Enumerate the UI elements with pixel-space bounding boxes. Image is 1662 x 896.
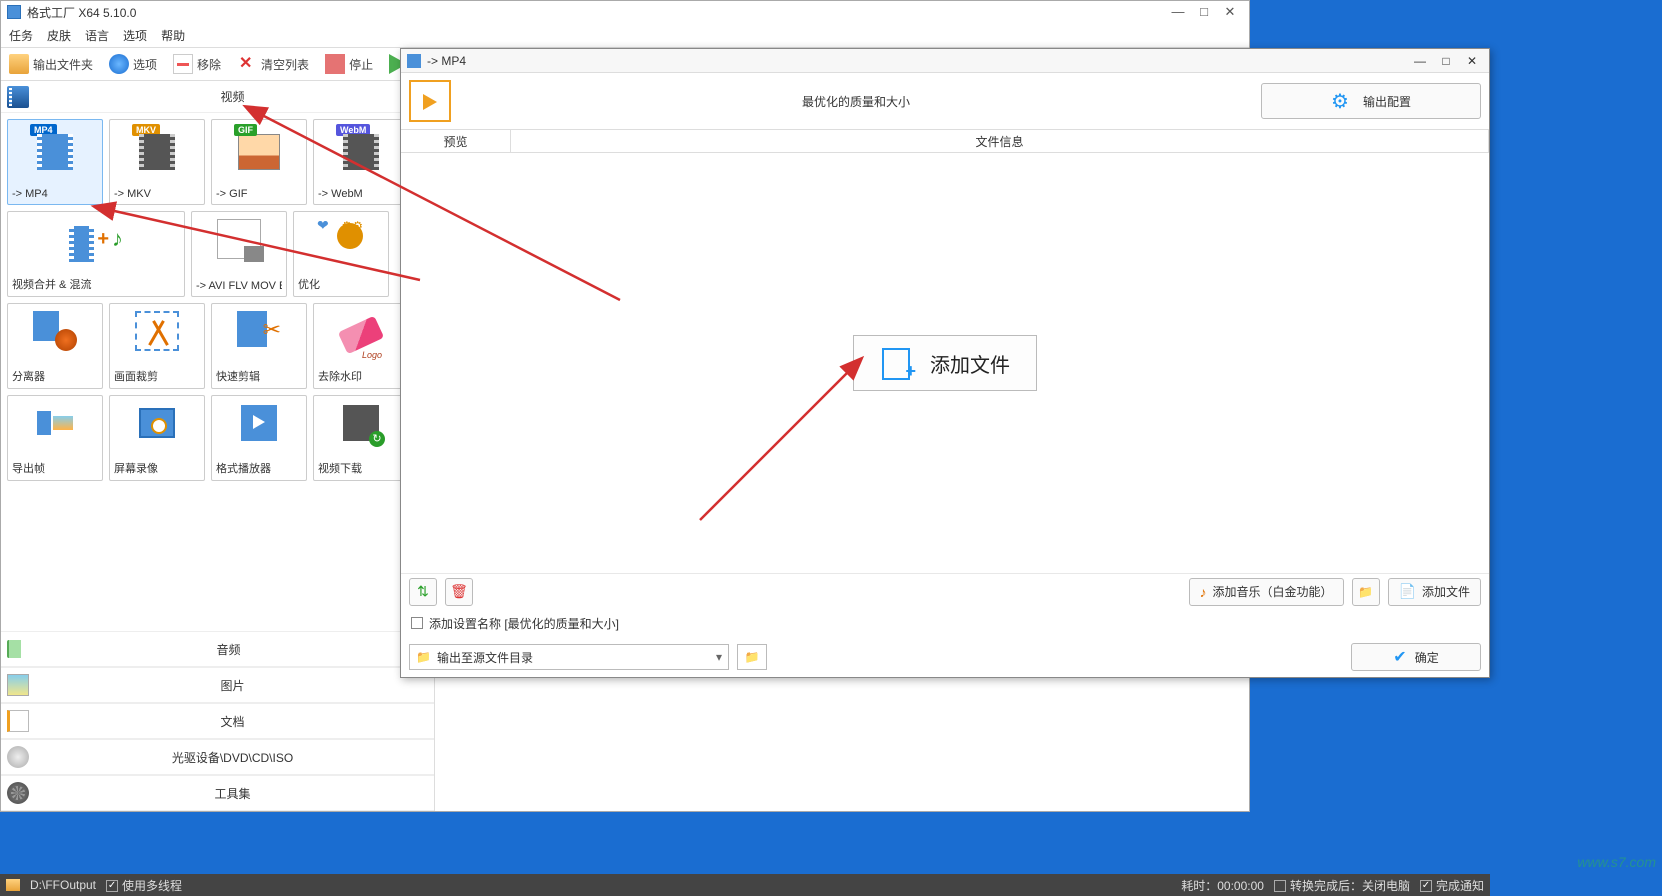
output-folder-select[interactable]: 📁 输出至源文件目录 ▾: [409, 644, 729, 670]
remove-file-button[interactable]: 🗑: [445, 578, 473, 606]
format-icon: [409, 80, 451, 122]
folder-add-icon: 📁: [1358, 585, 1373, 599]
tile-gif[interactable]: GIF-> GIF: [211, 119, 307, 205]
folder-icon: 📁: [416, 650, 431, 664]
tile-split[interactable]: 分离器: [7, 303, 103, 389]
notify-checkbox[interactable]: [1420, 880, 1432, 892]
add-settings-name-checkbox[interactable]: [411, 617, 423, 629]
tile-download[interactable]: 视频下载: [313, 395, 409, 481]
add-folder-button[interactable]: 📁: [1352, 578, 1380, 606]
clear-list-button[interactable]: 清空列表: [229, 49, 317, 79]
menubar: 任务 皮肤 语言 选项 帮助: [1, 23, 1249, 47]
compare-button[interactable]: ⇅: [409, 578, 437, 606]
remove-icon: [173, 54, 193, 74]
gear-icon: ⚙: [1331, 89, 1349, 114]
tile-mkv[interactable]: MKV-> MKV: [109, 119, 205, 205]
video-icon: [7, 86, 29, 108]
dialog-title: -> MP4: [427, 54, 466, 68]
music-icon: ♪: [1200, 584, 1207, 600]
tile-player[interactable]: 格式播放器: [211, 395, 307, 481]
left-panel: 视频 MP4-> MP4 MKV-> MKV GIF-> GIF WebM-> …: [1, 81, 435, 811]
audio-icon: [7, 640, 21, 658]
menu-skin[interactable]: 皮肤: [47, 27, 71, 44]
tile-quick-edit[interactable]: ✂快速剪辑: [211, 303, 307, 389]
category-disc-header[interactable]: 光驱设备\DVD\CD\ISO: [1, 739, 434, 775]
status-elapsed: 耗时：00:00:00: [1181, 877, 1264, 894]
clear-icon: [237, 54, 257, 74]
folder-icon: [9, 54, 29, 74]
titlebar: 格式工厂 X64 5.10.0 — □ ✕: [1, 1, 1249, 23]
image-icon: [7, 674, 29, 696]
add-music-button[interactable]: ♪添加音乐（白金功能）: [1189, 578, 1344, 606]
watermark: www.s7.com: [1577, 854, 1656, 870]
tile-mp4[interactable]: MP4-> MP4: [7, 119, 103, 205]
tab-preview[interactable]: 预览: [401, 130, 511, 152]
video-tile-grid: MP4-> MP4 MKV-> MKV GIF-> GIF WebM-> Web…: [1, 113, 434, 631]
add-file-icon: [880, 346, 914, 380]
menu-task[interactable]: 任务: [9, 27, 33, 44]
minimize-button[interactable]: —: [1169, 4, 1187, 20]
app-icon: [7, 5, 21, 19]
chevron-down-icon: ▾: [716, 650, 722, 664]
category-video-label: 视频: [37, 88, 428, 105]
tools-icon: [7, 782, 29, 804]
multithread-checkbox[interactable]: [106, 880, 118, 892]
tile-crop[interactable]: 画面裁剪: [109, 303, 205, 389]
category-audio-header[interactable]: 音频: [1, 631, 434, 667]
dialog-icon: [407, 54, 421, 68]
stop-icon: [325, 54, 345, 74]
options-icon: [109, 54, 129, 74]
dialog-minimize-button[interactable]: —: [1409, 54, 1431, 68]
category-image-header[interactable]: 图片: [1, 667, 434, 703]
app-title: 格式工厂 X64 5.10.0: [27, 4, 136, 21]
shutdown-checkbox[interactable]: [1274, 880, 1286, 892]
file-add-icon: 📄: [1399, 583, 1416, 600]
options-button[interactable]: 选项: [101, 49, 165, 79]
output-config-button[interactable]: ⚙ 输出配置: [1261, 83, 1481, 119]
tile-avi[interactable]: -> AVI FLV MOV Etc...: [191, 211, 287, 297]
dialog-titlebar: -> MP4 — □ ✕: [401, 49, 1489, 73]
browse-folder-button[interactable]: 📁: [737, 644, 767, 670]
maximize-button[interactable]: □: [1195, 4, 1213, 20]
mp4-dialog: -> MP4 — □ ✕ 最优化的质量和大小 ⚙ 输出配置 预览 文件信息 添加…: [400, 48, 1490, 678]
tile-optimize[interactable]: ⚙⚙优化: [293, 211, 389, 297]
status-path[interactable]: D:\FFOutput: [30, 878, 96, 892]
menu-lang[interactable]: 语言: [85, 27, 109, 44]
stop-button[interactable]: 停止: [317, 49, 381, 79]
close-button[interactable]: ✕: [1221, 4, 1239, 20]
tile-record[interactable]: 屏幕录像: [109, 395, 205, 481]
add-file-button[interactable]: 📄添加文件: [1388, 578, 1481, 606]
menu-options[interactable]: 选项: [123, 27, 147, 44]
dialog-close-button[interactable]: ✕: [1461, 54, 1483, 68]
dialog-maximize-button[interactable]: □: [1435, 54, 1457, 68]
status-bar: D:\FFOutput 使用多线程 耗时：00:00:00 转换完成后：关闭电脑…: [0, 874, 1490, 896]
add-file-big-button[interactable]: 添加文件: [853, 335, 1037, 391]
add-settings-name-label: 添加设置名称 [最优化的质量和大小]: [429, 615, 619, 632]
document-icon: [7, 710, 29, 732]
category-tools-header[interactable]: 工具集: [1, 775, 434, 811]
check-icon: ✔: [1393, 647, 1406, 667]
dialog-body[interactable]: 添加文件: [401, 153, 1489, 573]
tile-merge[interactable]: +♪视频合并 & 混流: [7, 211, 185, 297]
category-document-header[interactable]: 文档: [1, 703, 434, 739]
tile-watermark[interactable]: Logo去除水印: [313, 303, 409, 389]
category-video-header[interactable]: 视频: [1, 81, 434, 113]
disc-icon: [7, 746, 29, 768]
ok-button[interactable]: ✔确定: [1351, 643, 1481, 671]
tab-file-info[interactable]: 文件信息: [511, 130, 1489, 152]
quality-text: 最优化的质量和大小: [459, 93, 1253, 110]
output-folder-button[interactable]: 输出文件夹: [1, 49, 101, 79]
tile-export-frames[interactable]: 导出帧: [7, 395, 103, 481]
menu-help[interactable]: 帮助: [161, 27, 185, 44]
remove-button[interactable]: 移除: [165, 49, 229, 79]
status-folder-icon: [6, 879, 20, 891]
tile-webm[interactable]: WebM-> WebM: [313, 119, 409, 205]
